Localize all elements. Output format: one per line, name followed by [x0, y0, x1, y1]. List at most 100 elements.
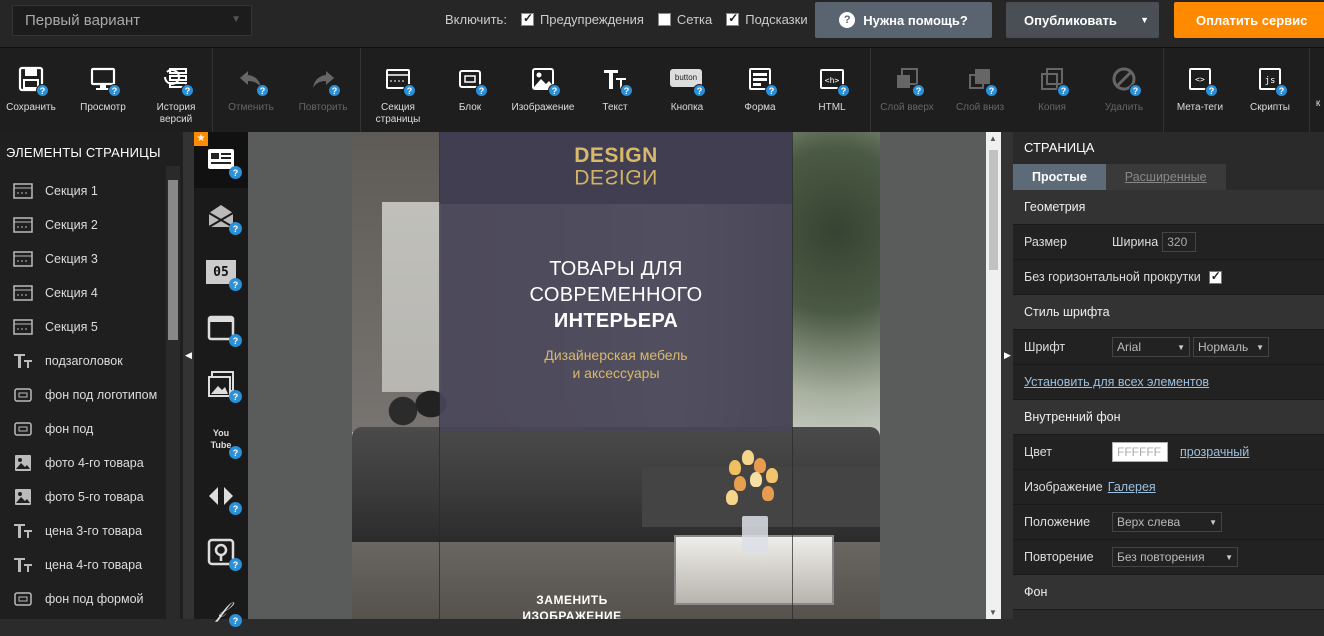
no-hscroll-checkbox[interactable]: [1208, 269, 1222, 284]
html-button[interactable]: <h> ? HTML: [812, 48, 852, 133]
list-item[interactable]: подзаголовок: [0, 344, 183, 378]
block-button[interactable]: ? Блок: [444, 48, 496, 133]
scripts-button[interactable]: js ? Скрипты: [1244, 48, 1296, 133]
meta-tags-button[interactable]: <> ? Мета-теги: [1170, 48, 1230, 133]
canvas-scrollbar[interactable]: ▲ ▼: [986, 132, 1001, 619]
toggles-label: Включить:: [445, 12, 507, 27]
form-label: Форма: [744, 102, 776, 113]
hints-label: Подсказки: [745, 12, 808, 27]
block-gallery[interactable]: ?: [194, 188, 248, 244]
list-item-label: Секция 5: [45, 320, 98, 334]
page-preview[interactable]: DESIGN DESIGN ТОВАРЫ ДЛЯ СОВРЕМЕННОГО ИН…: [352, 132, 880, 619]
collapse-right-panel[interactable]: ▶: [1001, 132, 1013, 619]
section-geometry[interactable]: Геометрия: [1013, 190, 1324, 225]
history-label: История версий: [156, 102, 196, 125]
block-font[interactable]: 𝒻 ?: [194, 580, 248, 636]
font-weight-select[interactable]: Нормаль ▼: [1193, 337, 1269, 357]
warnings-checkbox[interactable]: [520, 11, 534, 26]
image-button[interactable]: ? Изображение: [506, 48, 580, 133]
form-button[interactable]: ? Форма: [738, 48, 782, 133]
image-row: Изображение Галерея: [1013, 470, 1324, 505]
variant-select[interactable]: Первый вариант ▼: [12, 5, 252, 36]
font-row: Шрифт Arial ▼ Нормаль ▼: [1013, 330, 1324, 365]
gallery-link[interactable]: Галерея: [1108, 480, 1156, 494]
list-item[interactable]: фон под формой: [0, 582, 183, 616]
text-button[interactable]: ? Текст: [596, 48, 634, 133]
help-button[interactable]: ? Нужна помощь?: [815, 2, 992, 38]
block-youtube[interactable]: You Tube ?: [194, 412, 248, 468]
publish-button[interactable]: Опубликовать ▼: [1006, 2, 1159, 38]
undo-button[interactable]: ? Отменить: [222, 48, 280, 133]
list-item[interactable]: фото 5-го товара: [0, 480, 183, 514]
meta-tags-icon: <> ?: [1184, 65, 1218, 97]
layer-up-button[interactable]: ? Слой вверх: [874, 48, 940, 133]
hero-overlay-block[interactable]: DESIGN DESIGN ТОВАРЫ ДЛЯ СОВРЕМЕННОГО ИН…: [440, 132, 792, 432]
flower-vase: [724, 450, 784, 560]
list-item[interactable]: Секция 4: [0, 276, 183, 310]
preview-label: Просмотр: [80, 102, 126, 113]
list-item[interactable]: Секция 3: [0, 242, 183, 276]
list-item-label: фото 5-го товара: [45, 490, 144, 504]
save-button[interactable]: ? Сохранить: [2, 48, 60, 133]
list-item[interactable]: фон под: [0, 412, 183, 446]
collapse-left-panel[interactable]: ◀: [183, 132, 194, 619]
list-item[interactable]: цена 4-го товара: [0, 548, 183, 582]
list-item[interactable]: Секция 2: [0, 208, 183, 242]
button-button[interactable]: button ? Кнопка: [664, 48, 710, 133]
grid-checkbox[interactable]: [657, 13, 671, 26]
list-item[interactable]: фон под логотипом: [0, 378, 183, 412]
replace-image-button[interactable]: ЗАМЕНИТЬ ИЗОБРАЖЕНИЕ: [502, 592, 642, 619]
section-icon: [12, 181, 34, 201]
section-inner-bg[interactable]: Внутренний фон: [1013, 400, 1324, 435]
toolbar: ? Сохранить ? Просмотр ? История версий …: [0, 47, 1324, 133]
scrollbar[interactable]: [166, 166, 180, 619]
section-icon: [12, 249, 34, 269]
properties-body: Геометрия Размер Ширина 320 Без горизонт…: [1013, 190, 1324, 610]
hero-title[interactable]: ТОВАРЫ ДЛЯ СОВРЕМЕННОГО ИНТЕРЬЕРА: [440, 256, 792, 334]
button-label: Кнопка: [670, 102, 704, 113]
chevron-down-icon[interactable]: ▼: [1140, 15, 1149, 25]
copy-button[interactable]: ? Копия: [1030, 48, 1074, 133]
section-bg[interactable]: Фон: [1013, 575, 1324, 610]
form-icon: ?: [744, 65, 778, 97]
history-button[interactable]: ? История версий: [146, 48, 206, 133]
position-select[interactable]: Верх слева ▼: [1112, 512, 1222, 532]
block-image-gallery[interactable]: ?: [194, 356, 248, 412]
brand-logo[interactable]: DESIGN DESIGN: [440, 145, 792, 188]
width-input[interactable]: 320: [1162, 232, 1197, 252]
chevron-down-icon: ▼: [1177, 342, 1185, 352]
section-button[interactable]: ? Секция страницы: [370, 48, 426, 133]
redo-button[interactable]: ? Повторить: [292, 48, 354, 133]
toolbar-overflow-label: к: [1315, 98, 1321, 109]
block-window[interactable]: ?: [194, 300, 248, 356]
properties-panel: СТРАНИЦА Простые Расширенные Геометрия Р…: [1013, 132, 1324, 619]
text-icon: [12, 555, 34, 575]
pay-button[interactable]: Оплатить сервис: [1174, 2, 1324, 38]
list-item[interactable]: фото 4-го товара: [0, 446, 183, 480]
hints-checkbox[interactable]: [726, 11, 740, 26]
preview-button[interactable]: ? Просмотр: [72, 48, 134, 133]
list-item[interactable]: цена 3-го товара: [0, 514, 183, 548]
layer-down-button[interactable]: ? Слой вниз: [950, 48, 1010, 133]
section-icon: [12, 215, 34, 235]
list-item[interactable]: Секция 1: [0, 174, 183, 208]
transparent-link[interactable]: прозрачный: [1180, 445, 1249, 459]
color-input[interactable]: FFFFFF: [1112, 442, 1168, 462]
repeat-select[interactable]: Без повторения ▼: [1112, 547, 1238, 567]
image-label: Изображение: [511, 102, 575, 113]
block-map[interactable]: ?: [194, 524, 248, 580]
tab-simple[interactable]: Простые: [1013, 164, 1106, 190]
apply-all-link[interactable]: Установить для всех элементов: [1024, 375, 1209, 389]
delete-button[interactable]: ? Удалить: [1098, 48, 1150, 133]
hero-subtitle[interactable]: Дизайнерская мебель и аксессуары: [440, 346, 792, 382]
block-timer[interactable]: 05 ?: [194, 244, 248, 300]
block-slider[interactable]: ?: [194, 468, 248, 524]
tab-advanced[interactable]: Расширенные: [1105, 164, 1226, 190]
toolbar-overflow[interactable]: к: [1312, 48, 1324, 133]
grid-label: Сетка: [676, 12, 713, 27]
list-item[interactable]: Секция 5: [0, 310, 183, 344]
pay-button-label: Оплатить сервис: [1196, 12, 1308, 28]
section-font-style[interactable]: Стиль шрифта: [1013, 295, 1324, 330]
list-item-label: фон под формой: [45, 592, 144, 606]
font-family-select[interactable]: Arial ▼: [1112, 337, 1190, 357]
